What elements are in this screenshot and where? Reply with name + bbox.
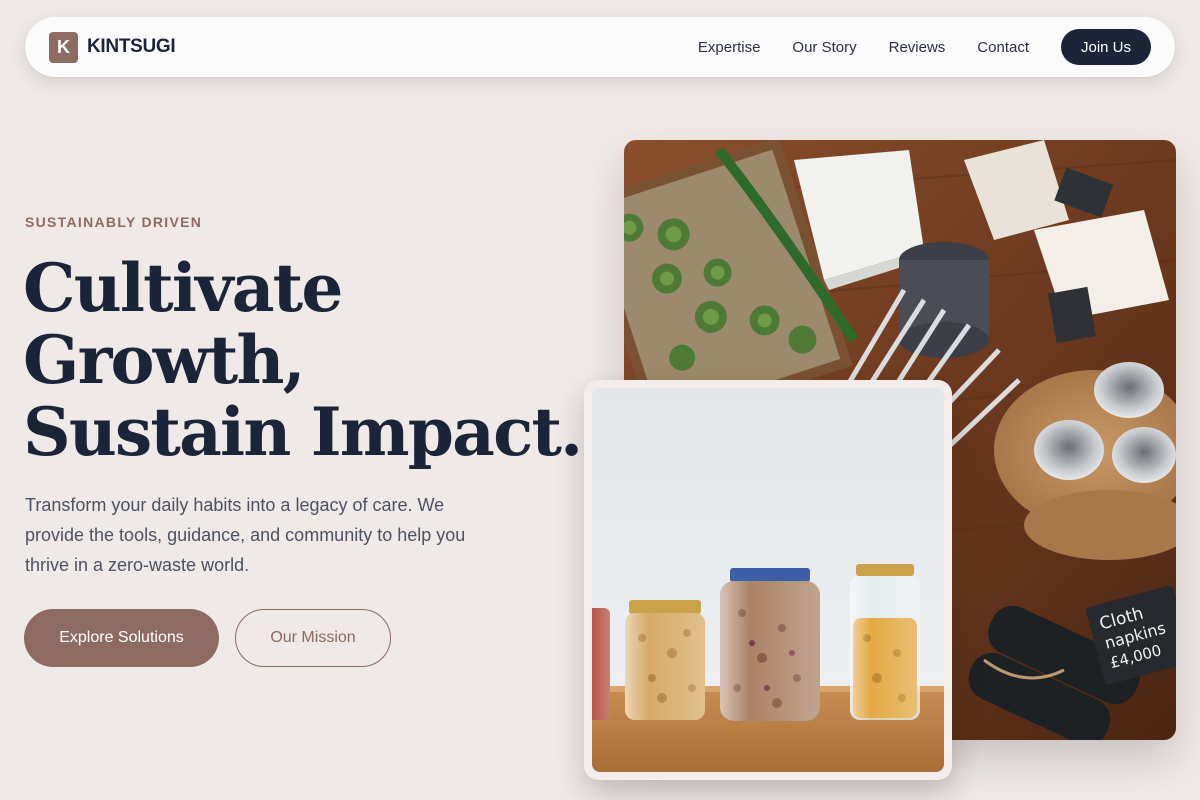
nav-link-expertise[interactable]: Expertise [698,39,761,56]
our-mission-button[interactable]: Our Mission [235,609,391,667]
hero-eyebrow: SUSTAINABLY DRIVEN [25,214,203,230]
join-us-button[interactable]: Join Us [1061,29,1151,65]
navbar: K KINTSUGI Expertise Our Story Reviews C… [25,17,1175,77]
nav-link-our-story[interactable]: Our Story [792,39,856,56]
explore-solutions-button[interactable]: Explore Solutions [24,609,219,667]
headline-line-1: Cultivate [23,249,343,327]
nav-link-reviews[interactable]: Reviews [889,39,946,56]
brand-name: KINTSUGI [87,36,176,57]
nav-links: Expertise Our Story Reviews Contact Join… [698,29,1151,65]
logo-mark-icon: K [49,31,78,63]
headline-line-2: Growth, [23,321,306,399]
nav-link-contact[interactable]: Contact [977,39,1029,56]
headline-line-3: Sustain Impact. [23,393,583,471]
brand-logo[interactable]: K KINTSUGI [49,31,176,63]
hero-headline: Cultivate Growth, Sustain Impact. [23,249,583,471]
granola-jars-image-frame [584,380,952,780]
granola-jars-image [592,388,944,772]
hero-lead: Transform your daily habits into a legac… [25,495,466,575]
